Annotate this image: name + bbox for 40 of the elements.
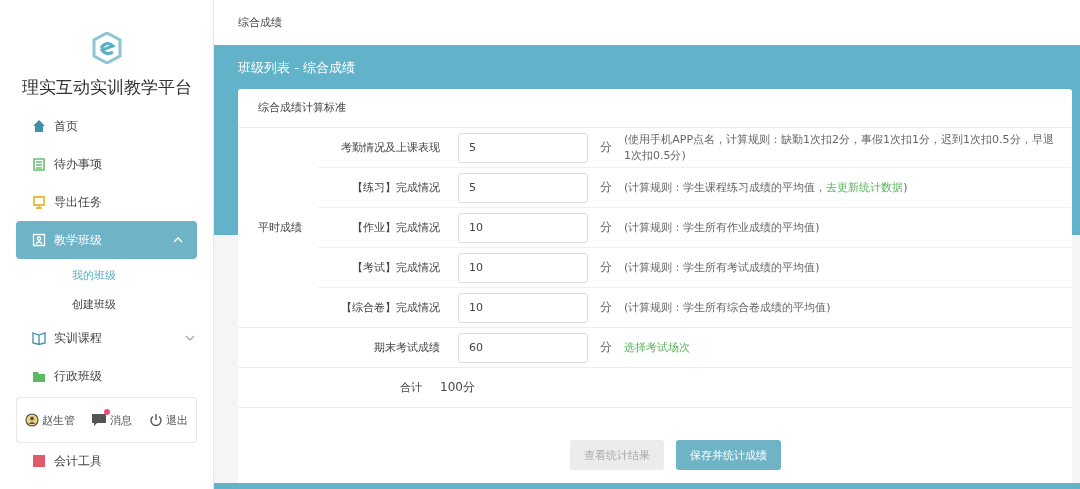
row-label: 【考试】完成情况 [351, 260, 441, 275]
unit-label: 分 [599, 139, 613, 156]
page-title: 班级列表 - 综合成绩 [238, 59, 356, 77]
nav-item[interactable]: 待办事项 [0, 145, 213, 183]
total-value: 100分 [440, 379, 475, 396]
messages-link[interactable]: 消息 [110, 412, 133, 428]
rule-note: (计算规则：学生所有作业成绩的平均值) [624, 220, 820, 234]
input-field[interactable]: 10 [458, 292, 588, 323]
row-label: 【练习】完成情况 [351, 180, 441, 195]
nav-item[interactable]: 首页 [0, 107, 213, 145]
logout-link[interactable]: 退出 [165, 412, 188, 428]
unit-label: 分 [599, 219, 613, 236]
unit-label: 分 [599, 179, 613, 196]
rule-note: (计算规则：学生课程练习成绩的平均值，去更新统计数据) [624, 180, 908, 194]
subnav-item[interactable]: 创建班级 [54, 290, 213, 319]
nav-item[interactable]: 行政班级 [0, 357, 213, 395]
total-label: 合计 [399, 380, 423, 395]
user-name[interactable]: 赵生管 [42, 412, 76, 428]
nav-item[interactable]: 实训课程 [0, 319, 213, 357]
rule-note: (使用手机APP点名，计算规则：缺勤1次扣2分，事假1次扣1分，迟到1次扣0.5分，早退1次扣0.5分) [624, 132, 1054, 162]
rule-note: (计算规则：学生所有考试成绩的平均值) [624, 260, 820, 274]
unit-label: 分 [599, 339, 613, 356]
app-title: 理实互动实训教学平台 [21, 76, 192, 99]
input-field[interactable]: 10 [458, 252, 588, 283]
group-label: 平时成绩 [258, 220, 302, 235]
breadcrumb: 综合成绩 [214, 0, 1080, 45]
nav-item[interactable]: 会计工具 [0, 447, 213, 475]
input-field[interactable]: 5 [458, 132, 588, 163]
row-label: 【综合卷】完成情况 [340, 300, 441, 315]
unit-label: 分 [599, 259, 613, 276]
row-label: 期末考试成绩 [373, 340, 441, 355]
row-label: 考勤情况及上课表现 [340, 140, 441, 155]
nav-item[interactable]: 导出任务 [0, 183, 213, 221]
card-title: 综合成绩计算标准 [238, 89, 1072, 128]
input-field[interactable]: 5 [458, 172, 588, 203]
row-label: 【作业】完成情况 [351, 220, 441, 235]
rule-note: (计算规则：学生所有综合卷成绩的平均值) [624, 300, 831, 314]
input-field[interactable]: 10 [458, 212, 588, 243]
unit-label: 分 [599, 299, 613, 316]
input-field[interactable]: 60 [458, 332, 588, 363]
